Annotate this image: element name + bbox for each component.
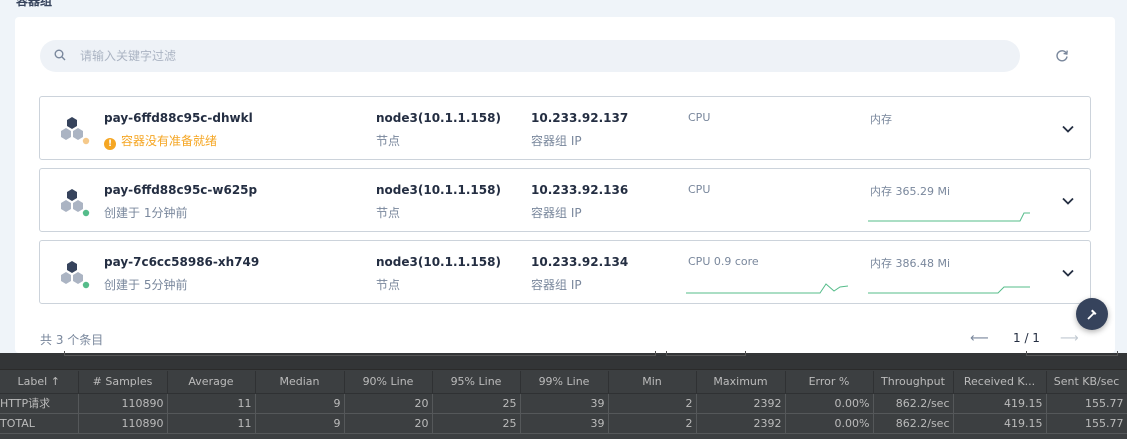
prev-page-button[interactable]: ⟵ (970, 331, 989, 346)
table-cell: 11 (167, 413, 256, 434)
pod-node: node3(10.1.1.158) (376, 255, 501, 269)
pod-memory-label: 内存 365.29 Mi (870, 185, 951, 198)
toolbox-button[interactable] (1076, 298, 1108, 330)
pod-cpu-label: CPU (688, 111, 711, 124)
table-cell: 0.00% (785, 413, 874, 434)
column-header[interactable]: Average (167, 371, 256, 394)
pod-node: node3(10.1.1.158) (376, 111, 501, 125)
chevron-down-icon[interactable] (1060, 193, 1076, 209)
column-header[interactable]: 90% Line (344, 371, 433, 394)
page-indicator: 1 / 1 (1013, 331, 1040, 345)
column-header[interactable]: Error % (785, 371, 874, 394)
table-cell: 25 (432, 413, 521, 434)
pod-status: ! 容器没有准备就绪 (104, 132, 217, 150)
column-header[interactable]: Median (255, 371, 345, 394)
column-header[interactable]: Throughput (873, 371, 954, 394)
pod-memory-label: 内存 386.48 Mi (870, 257, 951, 270)
pod-node-label: 节点 (376, 134, 401, 148)
pod-cpu-label: CPU (688, 183, 711, 196)
options-button[interactable] (1026, 351, 1118, 356)
column-header[interactable]: Received K... (953, 371, 1047, 394)
summary-table: Label ↑ # Samples Average Median 90% Lin… (0, 371, 1127, 434)
memory-sparkline (868, 212, 1030, 222)
table-cell: 0.00% (785, 393, 874, 414)
pod-ip-label: 容器组 IP (531, 134, 582, 148)
column-header[interactable]: 95% Line (432, 371, 521, 394)
table-cell: 39 (520, 393, 609, 414)
hammer-icon (1087, 309, 1097, 320)
chevron-down-icon[interactable] (1060, 121, 1076, 137)
pod-status-text: 创建于 1分钟前 (104, 206, 188, 220)
table-cell: TOTAL (0, 413, 79, 434)
pod-ip-label: 容器组 IP (531, 278, 582, 292)
table-cell: 20 (344, 413, 433, 434)
chevron-down-icon[interactable] (1060, 265, 1076, 281)
table-cell: HTTP请求 (0, 393, 79, 414)
table-cell: 2392 (696, 413, 786, 434)
pod-name[interactable]: pay-6ffd88c95c-w625p (104, 183, 257, 197)
table-cell: 2392 (696, 393, 786, 414)
table-cell: 862.2/sec (873, 393, 954, 414)
table-cell: 25 (432, 393, 521, 414)
table-row[interactable]: TOTAL 110890 11 9 20 25 39 2 2392 0.00% … (0, 413, 1127, 434)
pod-name[interactable]: pay-7c6cc58986-xh749 (104, 255, 259, 269)
cpu-sparkline (686, 283, 848, 294)
table-cell: 9 (255, 393, 345, 414)
pod-ip: 10.233.92.134 (531, 255, 629, 269)
column-header[interactable]: Maximum (696, 371, 786, 394)
column-header[interactable]: Min (608, 371, 697, 394)
table-cell: 39 (520, 413, 609, 434)
search-icon (54, 49, 66, 61)
table-cell: 419.15 (953, 393, 1047, 414)
table-row[interactable]: HTTP请求 110890 11 9 20 25 39 2 2392 0.00%… (0, 393, 1127, 414)
pod-node: node3(10.1.1.158) (376, 183, 501, 197)
table-cell: 155.77 (1046, 413, 1127, 434)
table-cell: 2 (608, 393, 697, 414)
pod-status-text: 容器没有准备就绪 (121, 134, 218, 148)
pod-card[interactable]: pay-7c6cc58986-xh749 创建于 5分钟前 node3(10.1… (39, 240, 1091, 304)
column-header[interactable]: 99% Line (520, 371, 609, 394)
filename-field[interactable] (64, 351, 656, 356)
pod-ip-label: 容器组 IP (531, 206, 582, 220)
table-cell: 20 (344, 393, 433, 414)
pod-ip: 10.233.92.137 (531, 111, 629, 125)
memory-sparkline (868, 286, 1030, 294)
pod-card[interactable]: pay-6ffd88c95c-w625p 创建于 1分钟前 node3(10.1… (39, 168, 1091, 232)
pod-icon (61, 261, 90, 289)
table-cell: 110890 (78, 393, 168, 414)
total-count: 共 3 个条目 (40, 333, 104, 347)
refresh-icon[interactable] (1054, 48, 1070, 64)
column-header[interactable]: Label ↑ (0, 371, 79, 394)
summary-report-panel: Label ↑ # Samples Average Median 90% Lin… (0, 351, 1127, 439)
search-input[interactable] (80, 40, 980, 72)
page-title: 容器组 (16, 0, 53, 8)
table-cell: 2 (608, 413, 697, 434)
table-cell: 419.15 (953, 413, 1047, 434)
table-cell: 110890 (78, 413, 168, 434)
next-page-button[interactable]: ⟶ (1060, 331, 1079, 346)
pod-node-label: 节点 (376, 206, 401, 220)
pod-card[interactable]: pay-6ffd88c95c-dhwkl ! 容器没有准备就绪 node3(10.… (39, 96, 1091, 160)
browse-button[interactable] (666, 351, 746, 356)
table-cell: 862.2/sec (873, 413, 954, 434)
column-header[interactable]: Sent KB/sec (1046, 371, 1127, 394)
pod-status-text: 创建于 5分钟前 (104, 278, 188, 292)
search-bar[interactable] (40, 40, 1020, 72)
pod-memory-label: 内存 (870, 113, 892, 126)
pod-icon (61, 189, 90, 217)
pod-cpu-label: CPU 0.9 core (688, 255, 759, 268)
pod-node-label: 节点 (376, 278, 401, 292)
warning-icon: ! (104, 138, 116, 150)
table-cell: 9 (255, 413, 345, 434)
table-cell: 11 (167, 393, 256, 414)
pod-icon (61, 117, 90, 145)
column-header[interactable]: # Samples (78, 371, 168, 394)
pod-ip: 10.233.92.136 (531, 183, 629, 197)
pod-name[interactable]: pay-6ffd88c95c-dhwkl (104, 111, 253, 125)
table-header-row: Label ↑ # Samples Average Median 90% Lin… (0, 371, 1127, 394)
table-cell: 155.77 (1046, 393, 1127, 414)
toolbar-strip (0, 351, 1127, 370)
